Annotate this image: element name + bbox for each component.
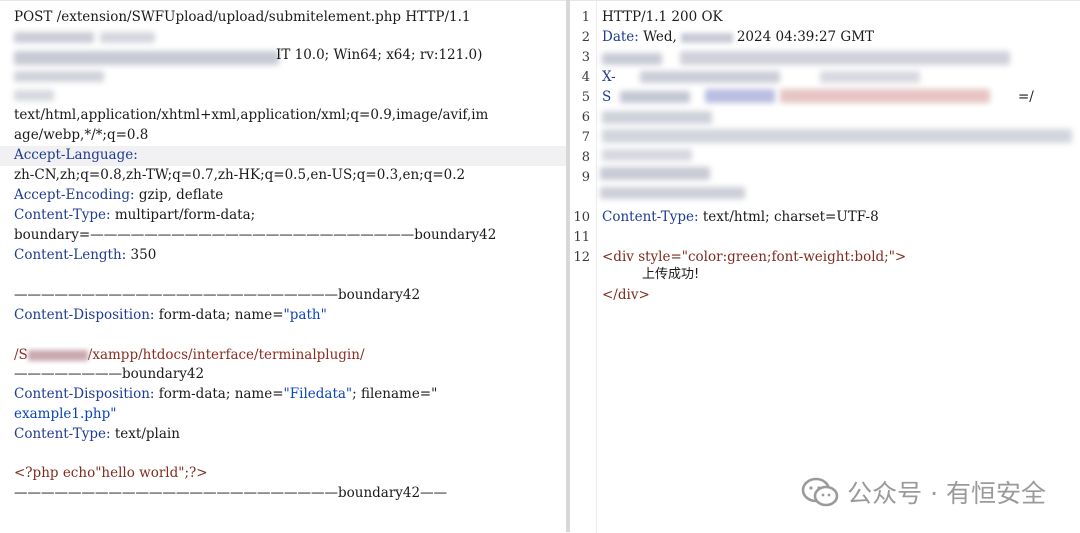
html-div-close: </div> bbox=[602, 285, 650, 305]
php-payload: <?php echo"hello world";?> bbox=[14, 463, 208, 483]
content-length-header: Content-Length: 350 bbox=[14, 245, 156, 265]
line-number: 11 bbox=[573, 230, 590, 245]
div-open: <div style="color:green;font-weight:bold… bbox=[602, 249, 907, 265]
line-number: 5 bbox=[581, 90, 590, 105]
line-number: 9 bbox=[581, 170, 590, 185]
s-frag: S bbox=[602, 89, 612, 105]
redacted-accept-key bbox=[14, 90, 54, 101]
boundary-separator-3: ————————————————————————boundary42—— bbox=[14, 485, 448, 501]
accept-language-header: Accept-Language: bbox=[14, 145, 138, 165]
ct2-value: text/plain bbox=[110, 426, 180, 442]
php-code: <?php echo"hello world";?> bbox=[14, 465, 208, 481]
x-header-fragment: X- bbox=[602, 67, 616, 87]
date-key: Date: bbox=[602, 29, 639, 45]
line-number: 3 bbox=[581, 50, 590, 65]
path-value-line: /S/xampp/htdocs/interface/terminalplugin… bbox=[14, 345, 365, 365]
redacted-date bbox=[680, 32, 733, 43]
wechat-watermark: 公众号 · 有恒安全 bbox=[801, 474, 1046, 510]
redacted-host-value bbox=[100, 32, 155, 43]
accept-encoding-header: Accept-Encoding: gzip, deflate bbox=[14, 185, 223, 205]
content-length-value: 350 bbox=[126, 247, 157, 263]
date-value-a: Wed, bbox=[638, 29, 677, 45]
redacted-header-8b bbox=[602, 149, 692, 161]
user-agent-tail: IT 10.0; Win64; x64; rv:121.0) bbox=[276, 47, 483, 63]
accept-value-b: age/webp,*/*;q=0.8 bbox=[14, 127, 149, 143]
content-disposition-path: Content-Disposition: form-data; name="pa… bbox=[14, 305, 327, 325]
set-cookie-fragment: S bbox=[602, 87, 611, 107]
accept-language-value: zh-CN,zh;q=0.8,zh-TW;q=0.7,zh-HK;q=0.5,e… bbox=[14, 167, 466, 183]
boundary-separator-1: ————————————————————————boundary42 bbox=[14, 287, 421, 303]
date-header: Date: Wed, 2024 04:39:27 GMT bbox=[602, 27, 874, 47]
content-length-key: Content-Length: bbox=[14, 247, 127, 263]
redacted-set-cookie-key bbox=[620, 91, 690, 103]
redacted-path-segment bbox=[27, 350, 88, 361]
boundary-separator-2: ————————boundary42 bbox=[14, 366, 205, 382]
content-type-file: Content-Type: text/plain bbox=[14, 424, 180, 444]
line-number: 6 bbox=[581, 110, 590, 125]
redacted-server-value bbox=[680, 51, 1010, 65]
content-type-header: Content-Type: multipart/form-data; bbox=[14, 205, 255, 225]
accept-language-key: Accept-Language: bbox=[14, 147, 138, 163]
cd1-key: Content-Disposition: bbox=[14, 307, 155, 323]
content-type-response: Content-Type: text/html; charset=UTF-8 bbox=[602, 207, 879, 227]
cd2-value-b: ; filename=" bbox=[352, 386, 438, 402]
cd2-value-a: form-data; name= bbox=[154, 386, 284, 402]
wechat-logo-icon bbox=[801, 477, 839, 507]
x-frag: X- bbox=[602, 69, 616, 85]
redacted-header-8 bbox=[602, 129, 1072, 143]
line-number: 10 bbox=[573, 210, 590, 225]
boundary-line: boundary=————————————————————————boundar… bbox=[14, 227, 497, 243]
line-number: 1 bbox=[581, 10, 590, 25]
watermark-text: 公众号 · 有恒安全 bbox=[847, 479, 1046, 508]
line-number: 8 bbox=[581, 150, 590, 165]
line-number: 12 bbox=[573, 250, 590, 265]
line-number-gutter: 1 2 3 4 5 6 7 8 9 10 11 12 bbox=[570, 1, 597, 533]
response-body-text: 上传成功! bbox=[642, 267, 700, 282]
request-line: POST /extension/SWFUpload/upload/submite… bbox=[14, 9, 471, 25]
cookie-tail: =/ bbox=[1018, 89, 1034, 105]
html-div-open: <div style="color:green;font-weight:bold… bbox=[602, 247, 906, 267]
cd1-name: "path" bbox=[283, 307, 327, 323]
accept-value-a: text/html,application/xhtml+xml,applicat… bbox=[14, 107, 489, 123]
accept-encoding-key: Accept-Encoding: bbox=[14, 187, 135, 203]
redacted-header-9 bbox=[600, 167, 710, 180]
redacted-cookie-a bbox=[705, 89, 775, 103]
content-disposition-file: Content-Disposition: form-data; name="Fi… bbox=[14, 384, 437, 404]
request-editor[interactable]: POST /extension/SWFUpload/upload/submite… bbox=[0, 0, 566, 533]
filename-value: example1.php" bbox=[14, 404, 116, 424]
response-viewer[interactable]: 1 2 3 4 5 6 7 8 9 10 11 12 HTTP/1.1 200 … bbox=[570, 0, 1080, 533]
content-type-value: multipart/form-data; bbox=[110, 207, 256, 223]
date-value-b: 2024 04:39:27 GMT bbox=[736, 29, 875, 45]
redacted-user-agent bbox=[14, 51, 279, 65]
response-status: HTTP/1.1 200 OK bbox=[602, 9, 723, 25]
content-type-key: Content-Type: bbox=[14, 207, 111, 223]
redacted-header-9b bbox=[600, 187, 745, 199]
redacted-x-value bbox=[820, 71, 920, 83]
redacted-cookie-b bbox=[780, 89, 990, 103]
path-prefix: /S bbox=[14, 347, 28, 363]
filename: example1.php" bbox=[14, 406, 117, 422]
ct2-key: Content-Type: bbox=[14, 426, 111, 442]
accept-encoding-value: gzip, deflate bbox=[134, 187, 224, 203]
redacted-x-header bbox=[640, 71, 780, 83]
redacted-header-7 bbox=[602, 111, 712, 124]
cd1-value: form-data; name= bbox=[154, 307, 284, 323]
div-close: </div> bbox=[602, 287, 650, 303]
line-number: 2 bbox=[581, 30, 590, 45]
redacted-host bbox=[14, 32, 94, 43]
path-suffix: /xampp/htdocs/interface/terminalplugin/ bbox=[87, 347, 365, 363]
line-number: 4 bbox=[581, 70, 590, 85]
line-number: 7 bbox=[581, 130, 590, 145]
cd2-name: "Filedata" bbox=[283, 386, 353, 402]
ctype-value: text/html; charset=UTF-8 bbox=[698, 209, 879, 225]
redacted-accept bbox=[14, 71, 104, 82]
ctype-key: Content-Type: bbox=[602, 209, 699, 225]
cd2-key: Content-Disposition: bbox=[14, 386, 155, 402]
redacted-server bbox=[602, 53, 662, 65]
